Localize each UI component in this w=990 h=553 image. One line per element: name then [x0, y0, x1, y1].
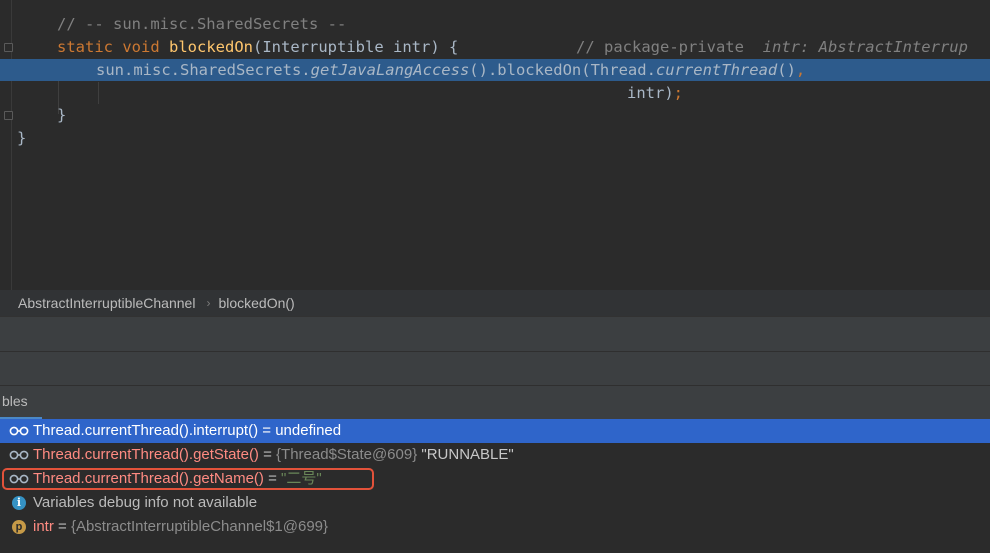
equals-sign: =	[258, 422, 276, 439]
inline-value-hint: intr: AbstractInterrup	[762, 38, 968, 56]
watch-value: "RUNNABLE"	[417, 446, 514, 463]
breadcrumb-separator: ›	[206, 296, 211, 310]
breadcrumb: AbstractInterruptibleChannel › blockedOn…	[0, 290, 990, 316]
keyword-static: static	[57, 38, 113, 56]
code-segment: ,	[795, 61, 806, 79]
code-segment: intr)	[627, 84, 674, 102]
code-line-2: static void blockedOn(Interruptible intr…	[57, 36, 458, 58]
code-segment: getJavaLangAccess	[310, 61, 470, 79]
tab-variables[interactable]: bles	[0, 386, 42, 419]
glasses-icon	[9, 426, 29, 436]
method-params: (Interruptible intr) {	[253, 38, 459, 56]
watch-name: Thread.currentThread().interrupt()	[33, 422, 259, 439]
annotation-highlight-box	[2, 468, 374, 490]
equals-sign: =	[53, 518, 71, 535]
variable-row-intr[interactable]: p intr = {AbstractInterruptibleChannel$1…	[0, 515, 990, 539]
code-segment: ().blockedOn(Thread.	[469, 61, 656, 79]
code-comment: // -- sun.misc.SharedSecrets --	[57, 15, 347, 33]
code-comment: // package-private	[576, 38, 744, 56]
watch-row-interrupt[interactable]: Thread.currentThread().interrupt() = und…	[0, 419, 990, 443]
equals-sign: =	[258, 446, 277, 463]
code-line-5: }	[57, 104, 66, 126]
code-editor[interactable]: // -- sun.misc.SharedSecrets -- static v…	[0, 0, 990, 290]
watch-expression: Thread.currentThread().getState() = {Thr…	[33, 443, 514, 467]
code-line-2-comment: // package-private intr: AbstractInterru…	[576, 36, 968, 58]
debug-frames-bar	[0, 351, 990, 385]
breadcrumb-method[interactable]: blockedOn()	[218, 295, 294, 311]
info-message: Variables debug info not available	[33, 494, 258, 511]
code-line-6: }	[17, 127, 26, 149]
code-line-1: // -- sun.misc.SharedSecrets --	[57, 13, 346, 35]
debug-tab-bar: bles	[0, 385, 990, 419]
glasses-icon	[9, 450, 29, 460]
variable-expression: intr = {AbstractInterruptibleChannel$1@6…	[33, 515, 328, 539]
code-line-4: intr);	[627, 82, 683, 104]
debug-toolbar	[0, 316, 990, 351]
watch-name: Thread.currentThread().getState()	[33, 446, 259, 463]
breadcrumb-class[interactable]: AbstractInterruptibleChannel	[0, 295, 195, 311]
code-brace: }	[17, 129, 27, 147]
code-segment: ()	[777, 61, 796, 79]
variable-name: intr	[33, 518, 54, 535]
watch-value: undefined	[275, 422, 342, 439]
watch-row-getstate[interactable]: Thread.currentThread().getState() = {Thr…	[0, 443, 990, 467]
fold-marker-method[interactable]	[4, 43, 13, 52]
code-brace: }	[57, 106, 67, 124]
watch-type-value: {Thread$State@609}	[276, 446, 418, 463]
watch-expression: Thread.currentThread().interrupt() = und…	[33, 419, 341, 443]
code-segment: sun.misc.SharedSecrets.	[96, 61, 311, 79]
info-icon: i	[12, 496, 26, 510]
code-line-3-execution-point[interactable]: sun.misc.SharedSecrets.getJavaLangAccess…	[0, 59, 990, 81]
method-name: blockedOn	[169, 38, 254, 56]
fold-marker-method-end[interactable]	[4, 111, 13, 120]
parameter-icon: p	[12, 520, 26, 534]
keyword-void: void	[122, 38, 160, 56]
variable-type-value: {AbstractInterruptibleChannel$1@699}	[70, 518, 329, 535]
code-segment: currentThread	[655, 61, 778, 79]
code-segment: ;	[673, 84, 684, 102]
info-row: i Variables debug info not available	[0, 491, 990, 515]
indent-guide	[98, 82, 99, 104]
